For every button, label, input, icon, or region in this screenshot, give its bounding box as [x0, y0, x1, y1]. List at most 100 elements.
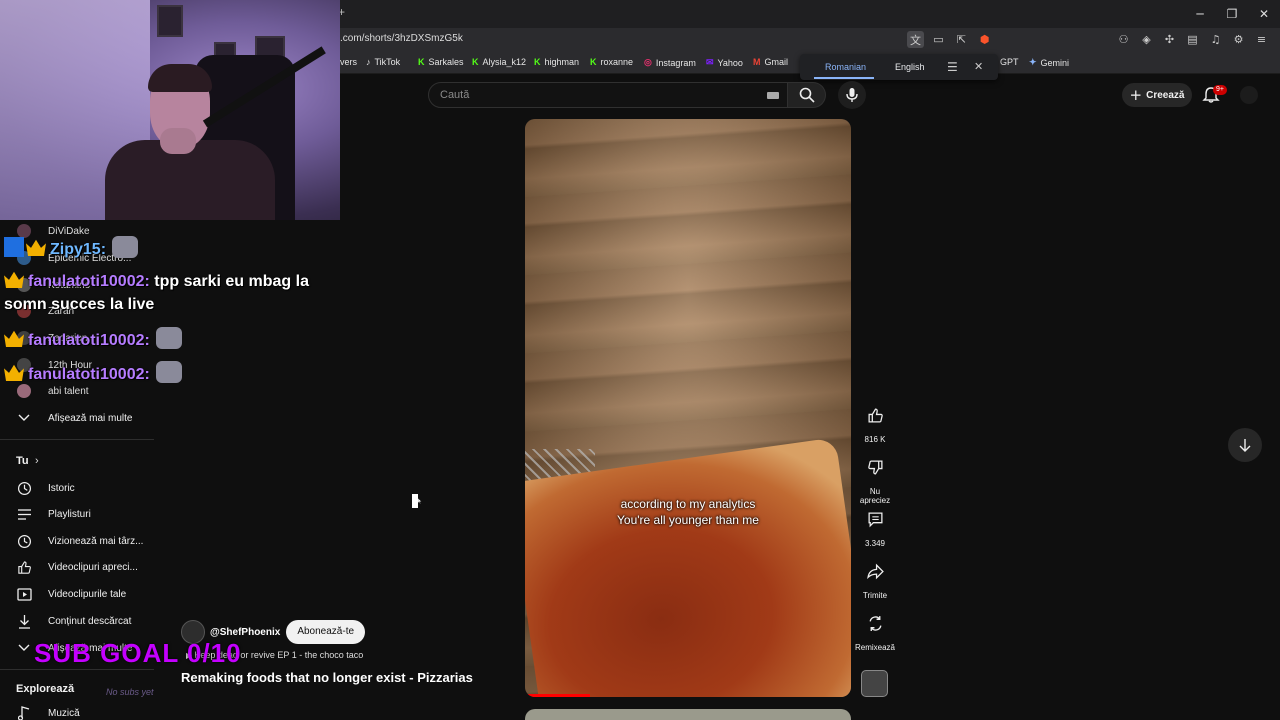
account-avatar[interactable] [1240, 86, 1258, 104]
media-icon[interactable]: ♫ [1207, 31, 1224, 48]
create-button[interactable]: + Creează [1122, 83, 1192, 107]
like-action[interactable]: 816 K [854, 397, 896, 444]
bookmark-item[interactable]: Khighman [534, 57, 579, 67]
subtitle-line: according to my analytics [620, 497, 756, 511]
minimize-icon[interactable]: ─ [1184, 0, 1216, 28]
remix-action[interactable]: Remixează [854, 605, 896, 652]
subscribe-button[interactable]: Abonează-te [286, 620, 366, 644]
toolbar-spacer [999, 31, 1109, 48]
share-action[interactable]: Trimite [854, 553, 896, 600]
sidebar-item-label: Istoric [48, 482, 75, 494]
voice-search-button[interactable] [838, 81, 866, 109]
explore-section-title: Explorează [16, 683, 75, 695]
like-button[interactable] [857, 397, 893, 433]
translate-menu-icon[interactable]: ☰ [947, 60, 958, 74]
sidebar-item-downloads[interactable]: Conținut descărcat [0, 608, 154, 634]
bookmark-item[interactable]: ♪ TikTok [366, 57, 400, 67]
next-short-button[interactable] [1228, 428, 1262, 462]
settings-icon[interactable]: ⚙ [1230, 31, 1247, 48]
bookmark-label: Yahoo [717, 57, 743, 68]
chat-message-continuation: somn succes la live [4, 296, 154, 314]
keyboard-icon[interactable] [767, 92, 779, 99]
search-input[interactable]: Caută [440, 89, 469, 101]
share-arrow-icon [866, 563, 884, 579]
mouse-cursor-icon [412, 494, 422, 508]
sidebar-item-label: Vizionează mai târz... [48, 535, 144, 547]
bookmark-item[interactable]: ◎ Instagram [644, 57, 696, 68]
cast-icon[interactable]: ▭ [930, 31, 947, 48]
url-text[interactable]: .com/shorts/3hzDXSmzG5k [340, 33, 463, 44]
bookmark-label: roxanne [600, 57, 634, 67]
short-title[interactable]: Remaking foods that no longer exist - Pi… [181, 670, 473, 685]
sidebar-item-history[interactable]: Istoric [0, 475, 154, 501]
translate-icon[interactable]: 文 [907, 31, 924, 48]
sidebar-item-music[interactable]: Muzică [0, 700, 154, 720]
menu-icon[interactable]: ≡ [1253, 31, 1270, 48]
share-button[interactable] [857, 553, 893, 589]
restore-icon[interactable]: ❐ [1216, 0, 1248, 28]
audio-source-thumbnail[interactable] [861, 670, 888, 697]
sidebar-divider [0, 669, 154, 670]
search-box[interactable]: Caută [428, 82, 788, 108]
chat-username: fanulatoti10002: [28, 273, 150, 290]
remix-button[interactable] [857, 605, 893, 641]
wallet-icon[interactable]: ◈ [1138, 31, 1155, 48]
short-video-player[interactable]: according to my analytics You're all you… [525, 119, 851, 697]
subtitle-line: You're all younger than me [617, 513, 759, 527]
bookmark-label: highman [544, 57, 580, 67]
sidebar-item-label: Muzică [48, 707, 80, 719]
bookmark-item[interactable]: ✉ Yahoo [706, 57, 743, 68]
next-short-preview[interactable] [525, 709, 851, 720]
translate-close-icon[interactable]: ✕ [974, 60, 983, 73]
kick-icon: K [418, 57, 425, 67]
instagram-icon: ◎ [644, 57, 652, 67]
dislike-action[interactable]: Nu apreciez [854, 449, 896, 505]
video-progress-bar[interactable] [525, 694, 591, 697]
gemini-icon: ✦ [1029, 57, 1037, 67]
bookmark-label: Gemini [1040, 57, 1070, 68]
dislike-button[interactable] [857, 449, 893, 485]
notifications-badge: 9+ [1213, 85, 1227, 95]
sidebar-item-label: Playlisturi [48, 508, 91, 520]
comments-button[interactable] [857, 501, 893, 537]
crown-badge-icon [4, 364, 24, 381]
remix-label: Remixează [854, 643, 895, 652]
search-button[interactable] [788, 82, 826, 108]
close-icon[interactable]: ✕ [1248, 0, 1280, 28]
bookmark-item[interactable]: M Gmail [753, 57, 788, 67]
bookmark-item[interactable]: K Alysia_k12 [472, 57, 526, 67]
bookmark-label: Alysia_k12 [482, 57, 527, 67]
bookmark-label: Instagram [655, 57, 696, 68]
bookmark-item[interactable]: Kroxanne [590, 57, 633, 67]
bookmark-item[interactable]: K Sarkales [418, 57, 464, 67]
sidebar-divider [0, 439, 154, 440]
bookmark-label: GPT [1000, 57, 1019, 67]
subscription-label: abi talent [48, 385, 89, 397]
translate-tab-english[interactable]: English [895, 62, 925, 72]
share-icon[interactable]: ⇱ [953, 31, 970, 48]
bookmark-item[interactable]: ✦ Gemini [1029, 57, 1069, 68]
comments-action[interactable]: 3.349 [854, 501, 896, 548]
channel-name[interactable]: @ShefPhoenix [210, 627, 280, 638]
sidebar-toggle-icon[interactable]: ▤ [1184, 31, 1201, 48]
sidebar-you-header[interactable]: Tu › [0, 448, 154, 474]
sidebar-item-liked-videos[interactable]: Videoclipuri apreci... [0, 554, 154, 580]
vpn-icon[interactable]: ⚇ [1115, 31, 1132, 48]
extensions-icon[interactable]: ✣ [1161, 31, 1178, 48]
video-pizza [525, 437, 851, 697]
subscription-label: DiViDake [48, 225, 90, 237]
tab-underline [814, 77, 874, 79]
show-more-subscriptions[interactable]: Afișează mai multe [0, 405, 154, 431]
sidebar-item-your-videos[interactable]: Videoclipurile tale [0, 581, 154, 607]
thumbs-up-icon [867, 407, 883, 423]
thumbs-up-icon [16, 559, 32, 575]
bookmark-item[interactable]: vers [340, 57, 357, 67]
bookmark-item[interactable]: GPT [1000, 57, 1019, 67]
chevron-down-icon [16, 410, 32, 426]
bookmark-label: vers [340, 57, 358, 67]
sidebar-item-watch-later[interactable]: Vizionează mai târz... [0, 528, 154, 554]
brave-shield-icon[interactable]: ⬢ [976, 31, 993, 48]
like-count: 816 K [864, 435, 886, 444]
translate-tab-romanian[interactable]: Romanian [825, 62, 866, 72]
sidebar-item-playlists[interactable]: Playlisturi [0, 501, 154, 527]
